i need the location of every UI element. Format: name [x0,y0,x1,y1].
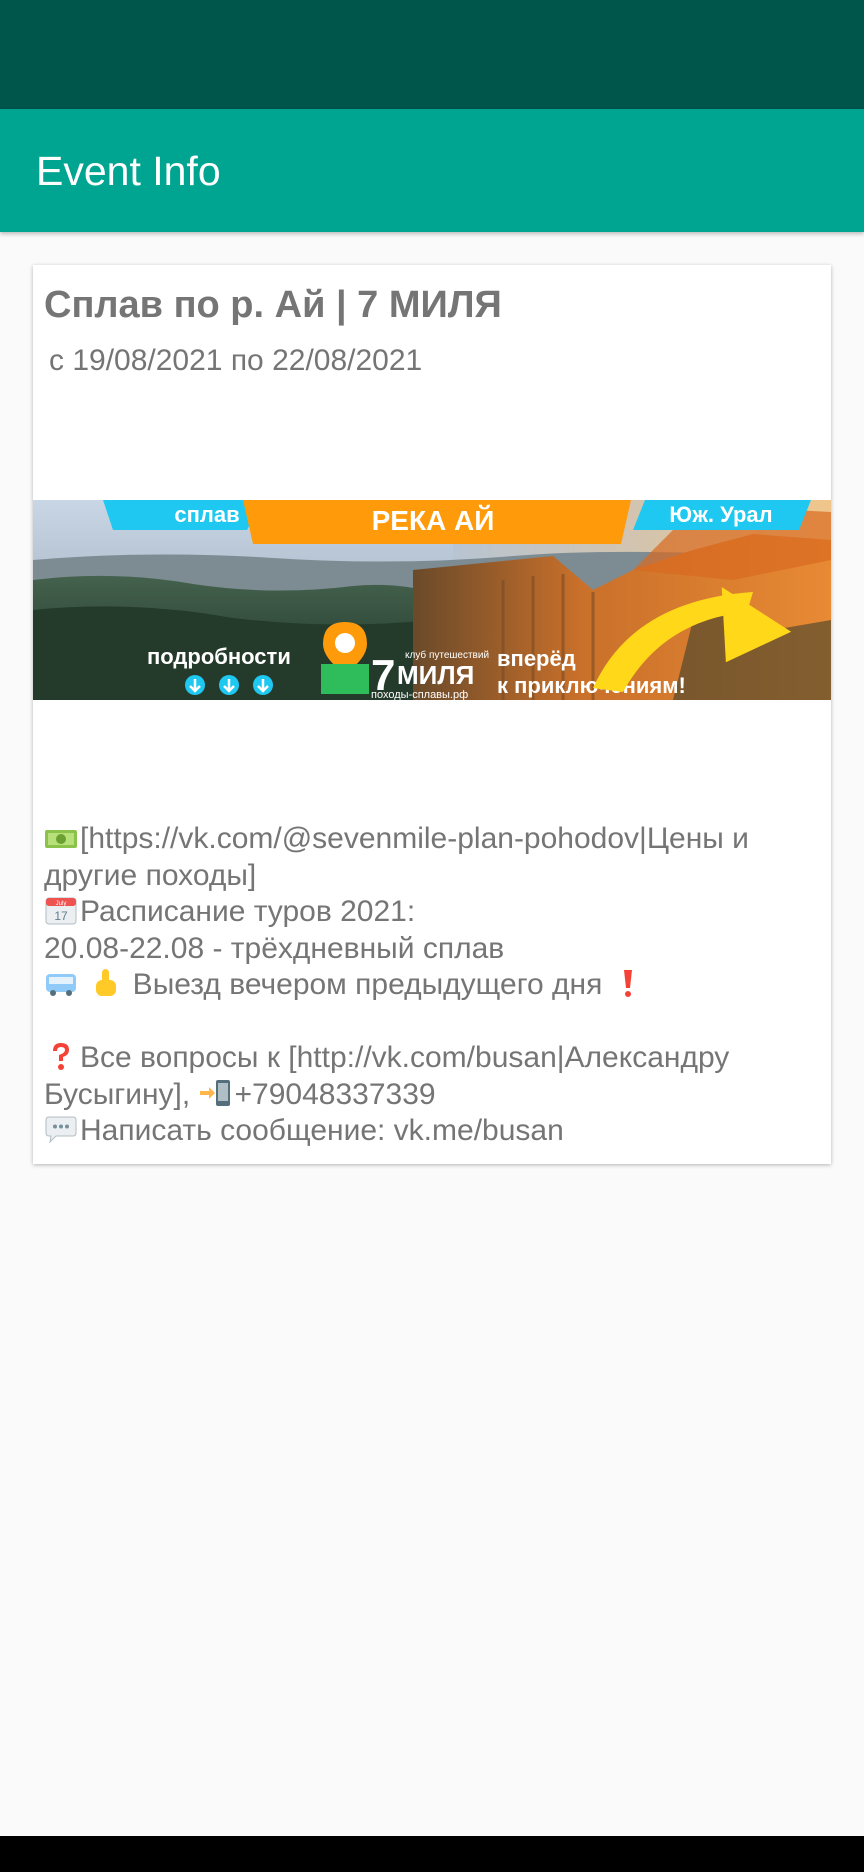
pointing-finger-icon [88,968,122,998]
page-title: Event Info [36,148,221,194]
status-bar [0,0,864,109]
svg-text:July: July [56,901,67,907]
phone-number[interactable]: +79048337339 [235,1078,436,1111]
banner-tag-right: Юж. Урал [669,502,772,527]
description-prices-link[interactable]: [https://vk.com/@sevenmile-plan-pohodov|… [80,822,749,855]
event-card: Сплав по р. Ай | 7 МИЛЯ с 19/08/2021 по … [33,265,831,1164]
contact-link[interactable]: Все вопросы к [http://vk.com/busan|Алекс… [80,1041,729,1074]
description-line: July 17 Расписание туров 2021: [44,894,824,931]
exclamation-icon [611,968,645,998]
slogan-line2: к приключениям! [497,673,686,698]
message-link[interactable]: Написать сообщение: vk.me/busan [80,1114,564,1147]
banner-tag-center: РЕКА АЙ [372,504,495,536]
description-blank-line [44,1004,824,1041]
speech-bubble-icon [44,1114,78,1144]
logo-club: клуб путешествий [405,649,489,661]
logo-word: МИЛЯ [397,660,474,690]
event-banner-image[interactable]: сплав РЕКА АЙ Юж. Урал подробности 7 МИЛ… [33,500,831,700]
banner-tag-left: сплав [174,502,239,527]
description-line: Написать сообщение: vk.me/busan [44,1113,824,1150]
logo-site: походы-сплавы.рф [371,689,468,700]
event-description: [https://vk.com/@sevenmile-plan-pohodov|… [44,821,824,1150]
bus-icon [44,968,78,998]
calendar-icon: July 17 [44,895,78,925]
event-dates: с 19/08/2021 по 22/08/2021 [49,344,423,377]
app-bar: Event Info [0,109,864,232]
banner-details-label: подробности [147,644,291,669]
slogan-line1: вперёд [497,646,576,671]
phone-icon [199,1078,233,1108]
question-icon [44,1041,78,1071]
navigation-bar [0,1836,864,1872]
event-title: Сплав по р. Ай | 7 МИЛЯ [44,284,502,326]
down-arrow-icon [185,675,273,695]
svg-text:17: 17 [54,909,68,923]
description-line: [https://vk.com/@sevenmile-plan-pohodov|… [44,821,824,858]
description-line: Выезд вечером предыдущего дня [44,967,824,1004]
description-line: другие походы] [44,858,257,892]
money-icon [44,822,78,852]
description-line: Бусыгину], +79048337339 [44,1077,436,1111]
description-line: Все вопросы к [http://vk.com/busan|Алекс… [44,1040,824,1077]
description-line: 20.08-22.08 - трёхдневный сплав [44,931,505,965]
